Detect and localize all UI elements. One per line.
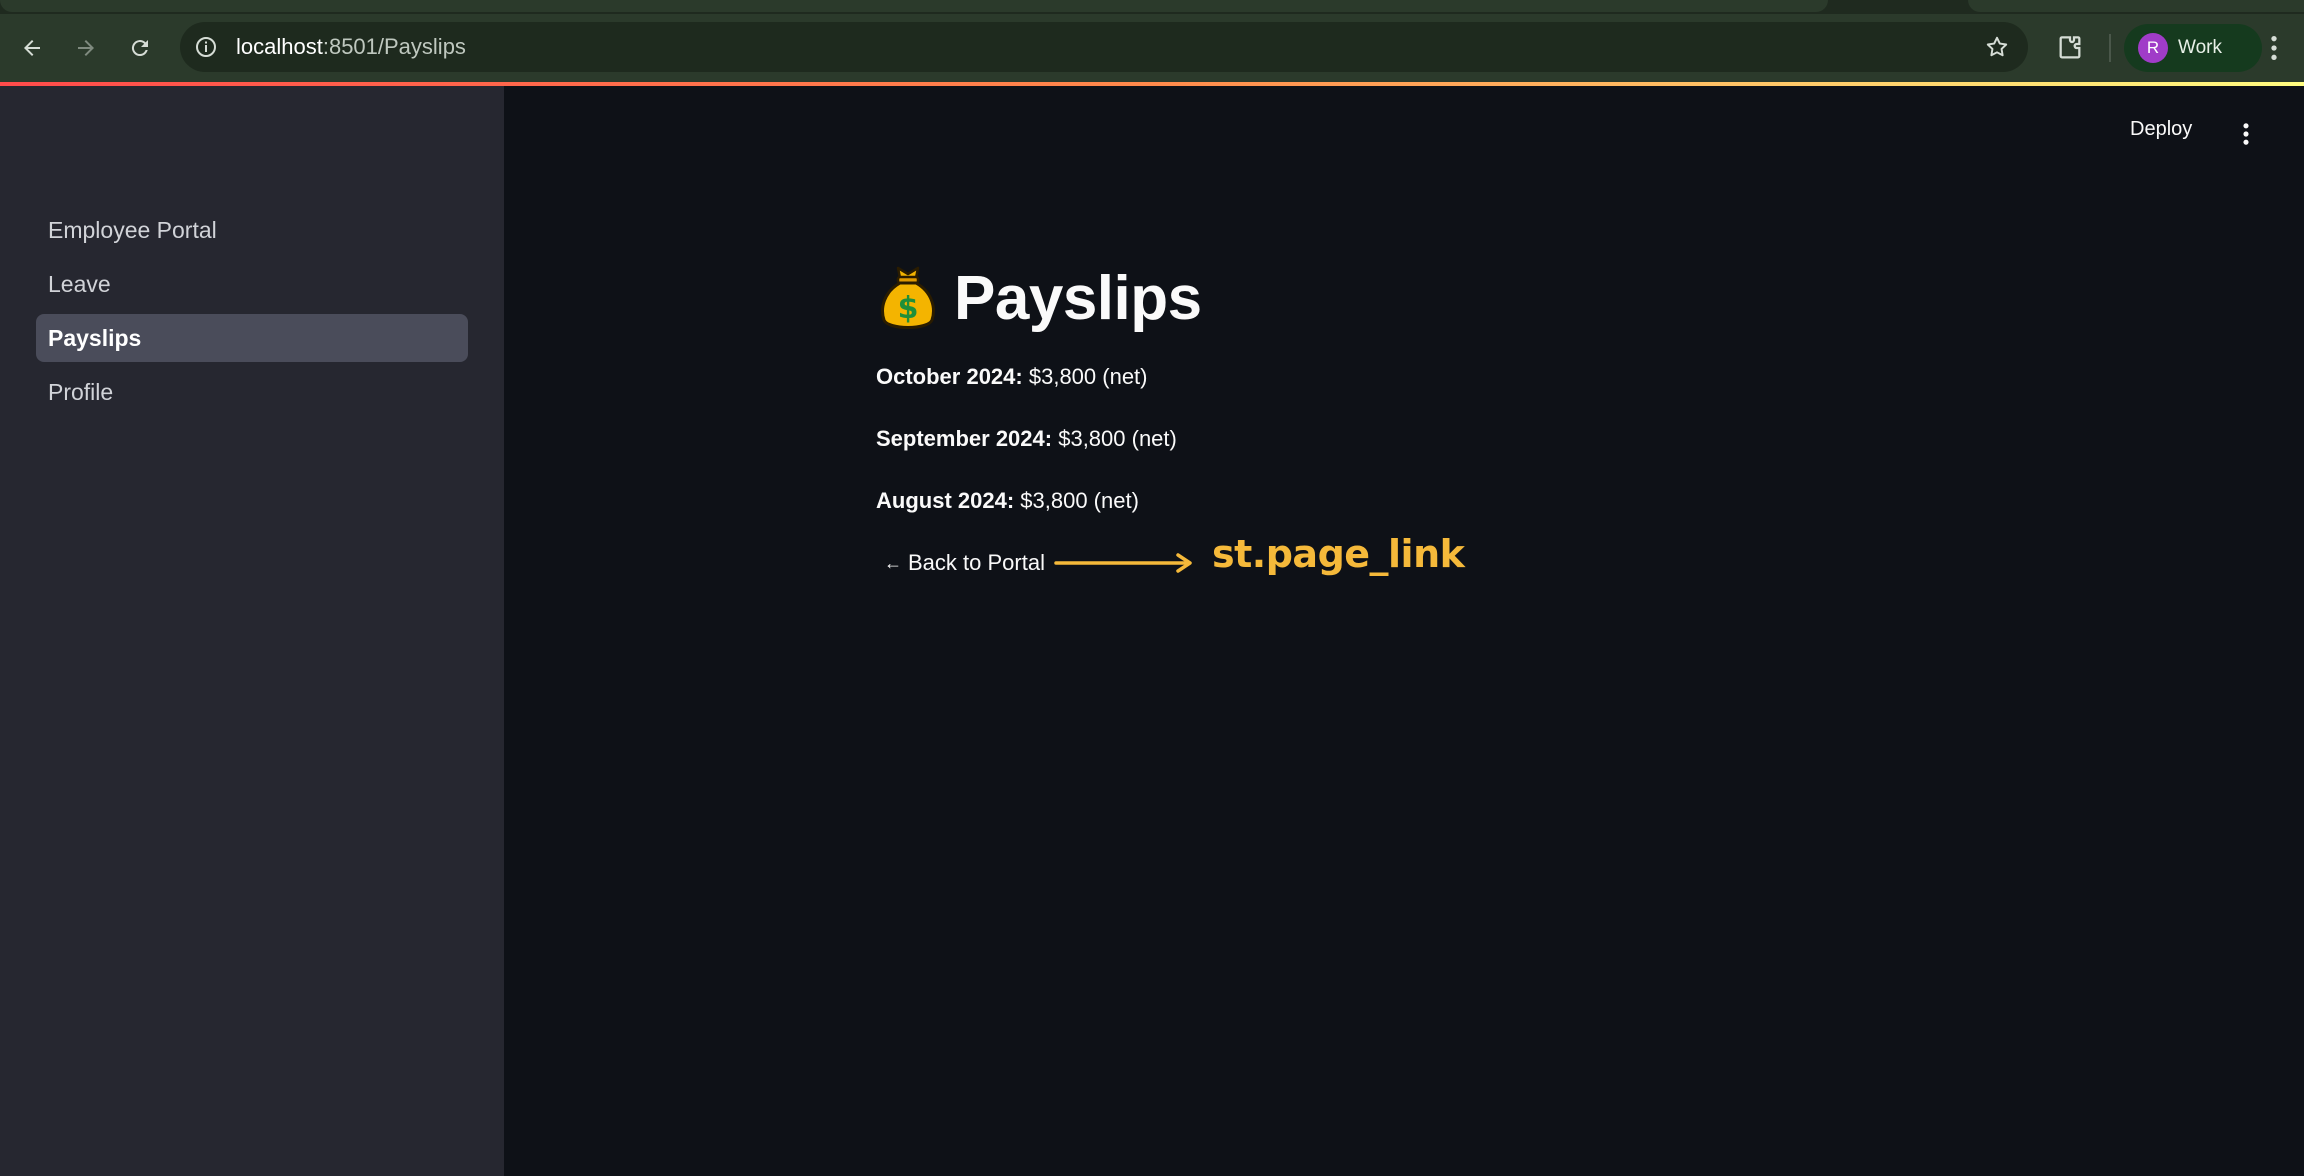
- payslip-amount: $3,800 (net): [1020, 488, 1139, 513]
- tab-strip: [0, 0, 2304, 14]
- back-icon: [24, 40, 40, 56]
- sidebar: Employee Portal Leave Payslips Profile: [0, 86, 504, 1176]
- active-tab[interactable]: [0, 0, 1828, 12]
- address-bar[interactable]: localhost:8501/Payslips: [180, 22, 2028, 72]
- profile-label: Work: [2178, 37, 2222, 58]
- back-to-portal-link[interactable]: ← Back to Portal: [884, 550, 1045, 576]
- browser-toolbar: localhost:8501/Payslips R Work: [0, 14, 2304, 82]
- profile-button[interactable]: R Work: [2124, 24, 2262, 72]
- toolbar-divider: [2109, 34, 2111, 62]
- payslip-line: September 2024: $3,800 (net): [876, 424, 1177, 454]
- forward-button[interactable]: [68, 30, 104, 66]
- reload-icon: [131, 40, 148, 57]
- annotation-arrow-icon: [1054, 553, 1192, 573]
- sidebar-item-leave[interactable]: Leave: [36, 260, 468, 308]
- tab-strip-right: [1968, 0, 2304, 12]
- payslip-line: October 2024: $3,800 (net): [876, 362, 1148, 392]
- page-title-text: Payslips: [954, 263, 1202, 333]
- back-to-portal-label: Back to Portal: [908, 550, 1045, 575]
- back-button[interactable]: [14, 30, 50, 66]
- url-host: localhost: [236, 34, 323, 59]
- url-path: :8501/Payslips: [322, 34, 466, 59]
- sidebar-item-employee-portal[interactable]: Employee Portal: [36, 206, 468, 254]
- info-icon[interactable]: [194, 35, 218, 59]
- url-text[interactable]: localhost:8501/Payslips: [236, 34, 466, 60]
- reload-button[interactable]: [122, 30, 158, 66]
- forward-icon: [78, 40, 94, 56]
- svg-text:$: $: [898, 291, 919, 326]
- annotation-label: st.page_link: [1212, 532, 1465, 576]
- kebab-icon[interactable]: [2258, 32, 2290, 64]
- sidebar-item-profile[interactable]: Profile: [36, 368, 468, 416]
- page-title: $ Payslips: [876, 258, 1876, 338]
- extensions-icon[interactable]: [2054, 32, 2086, 64]
- sidebar-nav: Employee Portal Leave Payslips Profile: [36, 206, 468, 422]
- arrow-left-icon: ←: [884, 552, 902, 573]
- payslip-month: September 2024:: [876, 426, 1053, 451]
- payslip-amount: $3,800 (net): [1028, 364, 1148, 389]
- payslip-month: August 2024:: [876, 488, 1015, 513]
- payslip-month: October 2024:: [876, 364, 1023, 389]
- main-area: [504, 86, 2304, 1176]
- star-icon[interactable]: [1984, 34, 2010, 60]
- money-bag-icon: $: [881, 266, 935, 329]
- payslip-amount: $3,800 (net): [1058, 426, 1177, 451]
- payslip-line: August 2024: $3,800 (net): [876, 486, 1139, 516]
- sidebar-item-payslips[interactable]: Payslips: [36, 314, 468, 362]
- deploy-button[interactable]: Deploy: [2130, 118, 2192, 141]
- avatar: R: [2138, 33, 2168, 63]
- page-content: $ Payslips October 2024: $3,800 (net) Se…: [876, 258, 1876, 576]
- main-menu-icon[interactable]: [2232, 120, 2260, 148]
